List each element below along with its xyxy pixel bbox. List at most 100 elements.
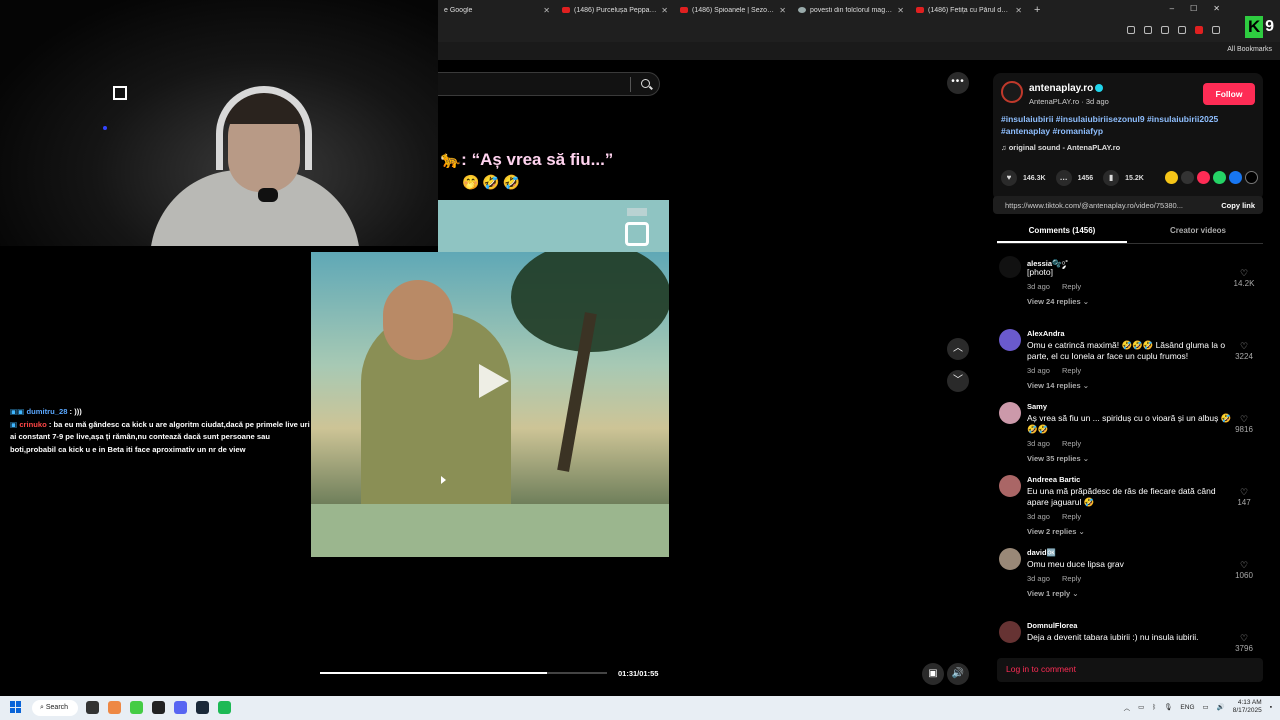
- sound-link[interactable]: ♫ original sound - AntenaPLAY.ro: [1001, 143, 1120, 152]
- save-stat[interactable]: ▮ 15.2K: [1103, 170, 1144, 186]
- comment-like[interactable]: ♡ 3224: [1229, 341, 1259, 361]
- all-bookmarks[interactable]: All Bookmarks: [1227, 46, 1272, 53]
- play-icon[interactable]: [479, 364, 509, 398]
- reply-button[interactable]: Reply: [1062, 574, 1081, 583]
- view-replies-button[interactable]: View 35 replies ⌄: [1027, 454, 1089, 463]
- more-options-button[interactable]: •••: [947, 72, 969, 94]
- comment-like[interactable]: ♡ 147: [1229, 487, 1259, 507]
- browser-tab[interactable]: povesti din folclorul maghiar ai✕: [792, 0, 910, 20]
- reply-button[interactable]: Reply: [1062, 366, 1081, 375]
- chrome-icon[interactable]: [108, 701, 121, 714]
- video-player[interactable]: [311, 252, 669, 504]
- commenter-name[interactable]: Andreea Bartic: [1027, 475, 1080, 484]
- puzzle-icon[interactable]: [1212, 26, 1220, 34]
- tab-creator-videos[interactable]: Creator videos: [1133, 226, 1263, 235]
- view-replies-button[interactable]: View 1 reply ⌄: [1027, 589, 1079, 598]
- whatsapp-icon[interactable]: [1213, 171, 1226, 184]
- browser-tab[interactable]: e Google ✕: [438, 0, 556, 20]
- comment-like[interactable]: ♡ 9816: [1229, 414, 1259, 434]
- browser-tab[interactable]: (1486) Fetița cu Părul de aur și✕: [910, 0, 1028, 20]
- commenter-name[interactable]: AlexAndra: [1027, 329, 1065, 338]
- commenter-name[interactable]: david🆗: [1027, 548, 1056, 557]
- comment-like[interactable]: ♡ 3796: [1229, 633, 1259, 653]
- commenter-avatar[interactable]: [999, 548, 1021, 570]
- language-indicator[interactable]: ENG: [1180, 704, 1194, 711]
- display-icon[interactable]: ▭: [1203, 703, 1209, 711]
- embed-icon[interactable]: [1181, 171, 1194, 184]
- share-arrow-icon[interactable]: [1245, 171, 1258, 184]
- notification-icon[interactable]: ▪: [1270, 704, 1272, 711]
- obs-icon[interactable]: [152, 701, 165, 714]
- like-stat[interactable]: ♥ 146.3K: [1001, 170, 1046, 186]
- maximize-button[interactable]: ☐: [1190, 4, 1197, 13]
- creator-avatar[interactable]: [1001, 81, 1023, 103]
- facebook-icon[interactable]: [1229, 171, 1242, 184]
- volume-icon[interactable]: 🔊: [947, 663, 969, 685]
- mic-icon[interactable]: 🎙: [1164, 703, 1172, 711]
- reply-button[interactable]: Reply: [1062, 439, 1081, 448]
- close-tab-icon[interactable]: ✕: [1015, 6, 1022, 15]
- windows-start-icon[interactable]: [10, 701, 22, 713]
- video-bottom-band: [311, 504, 669, 557]
- cast-icon[interactable]: [1127, 26, 1135, 34]
- bluetooth-icon[interactable]: ᛒ: [1152, 704, 1156, 711]
- follow-button[interactable]: Follow: [1203, 83, 1255, 105]
- commenter-avatar[interactable]: [999, 329, 1021, 351]
- taskbar-search[interactable]: ⌕ Search: [32, 700, 78, 716]
- close-tab-icon[interactable]: ✕: [661, 6, 668, 15]
- minimize-button[interactable]: –: [1170, 4, 1174, 13]
- video-url: https://www.tiktok.com/@antenaplay.ro/vi…: [1005, 201, 1183, 210]
- translate-icon[interactable]: [1144, 26, 1152, 34]
- search-icon[interactable]: [641, 79, 650, 88]
- reply-button[interactable]: Reply: [1062, 512, 1081, 521]
- discord-icon[interactable]: [174, 701, 187, 714]
- share-friends-icon[interactable]: [1165, 171, 1178, 184]
- copy-link-button[interactable]: Copy link: [1221, 201, 1255, 210]
- creator-name[interactable]: antenaplay.ro: [1029, 83, 1104, 94]
- hashtags[interactable]: #insulaiubirii #insulaiubiriisezonul9 #i…: [1001, 113, 1251, 137]
- next-video-button[interactable]: ﹀: [947, 370, 969, 392]
- miniplayer-button[interactable]: ▣: [922, 663, 944, 685]
- view-replies-button[interactable]: View 24 replies ⌄: [1027, 297, 1089, 306]
- browser-tab[interactable]: (1486) Spioanele | Sezonul 2 | E✕: [674, 0, 792, 20]
- view-replies-button[interactable]: View 14 replies ⌄: [1027, 381, 1089, 390]
- search-bar[interactable]: [438, 72, 660, 96]
- commenter-avatar[interactable]: [999, 256, 1021, 278]
- panel-tabs: Comments (1456) Creator videos: [997, 224, 1263, 244]
- reply-button[interactable]: Reply: [1062, 282, 1081, 291]
- antena-play-logo: [625, 222, 649, 246]
- zoom-icon[interactable]: [1161, 26, 1169, 34]
- close-tab-icon[interactable]: ✕: [897, 6, 904, 15]
- send-icon[interactable]: [1197, 171, 1210, 184]
- window-controls: – ☐ ✕: [1170, 4, 1220, 13]
- commenter-avatar[interactable]: [999, 621, 1021, 643]
- star-icon[interactable]: [1178, 26, 1186, 34]
- spotify-icon[interactable]: [218, 701, 231, 714]
- commenter-name[interactable]: DomnulFlorea: [1027, 621, 1077, 630]
- comment-like[interactable]: ♡ 1060: [1229, 560, 1259, 580]
- comment-like[interactable]: ♡ 14.2K: [1229, 268, 1259, 288]
- clock[interactable]: 4:13 AM 8/17/2025: [1233, 699, 1262, 715]
- video-progress-bar[interactable]: [320, 672, 607, 674]
- chevron-up-icon[interactable]: ︿: [1124, 702, 1131, 712]
- commenter-avatar[interactable]: [999, 475, 1021, 497]
- tab-comments[interactable]: Comments (1456): [997, 226, 1127, 243]
- close-window-button[interactable]: ✕: [1213, 4, 1220, 13]
- volume-tray-icon[interactable]: 🔊: [1217, 703, 1225, 711]
- login-to-comment[interactable]: Log in to comment: [997, 658, 1263, 682]
- app-icon[interactable]: [130, 701, 143, 714]
- extension-icon[interactable]: [1195, 26, 1203, 34]
- network-icon[interactable]: ▭: [1138, 703, 1144, 711]
- wall-light: [113, 86, 127, 100]
- view-replies-button[interactable]: View 2 replies ⌄: [1027, 527, 1085, 536]
- steam-icon[interactable]: [196, 701, 209, 714]
- new-tab-button[interactable]: +: [1028, 4, 1046, 16]
- browser-tab[interactable]: (1486) Purcelușa Peppa / Peppa✕: [556, 0, 674, 20]
- commenter-avatar[interactable]: [999, 402, 1021, 424]
- close-tab-icon[interactable]: ✕: [779, 6, 786, 15]
- commenter-name[interactable]: Samy: [1027, 402, 1047, 411]
- file-explorer-icon[interactable]: [86, 701, 99, 714]
- comment-stat[interactable]: … 1456: [1055, 170, 1093, 186]
- previous-video-button[interactable]: ︿: [947, 338, 969, 360]
- close-tab-icon[interactable]: ✕: [543, 6, 550, 15]
